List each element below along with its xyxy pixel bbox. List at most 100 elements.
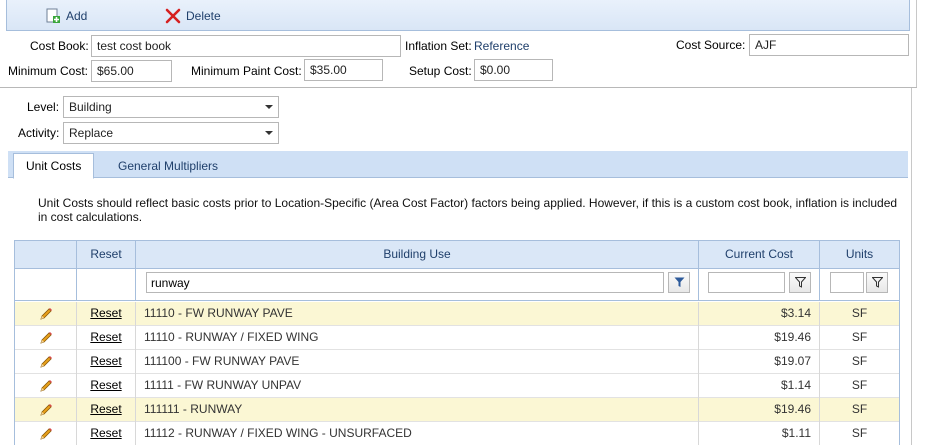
activity-selected-value: Replace xyxy=(69,126,114,140)
units-cell: SF xyxy=(851,330,868,344)
units-cell: SF xyxy=(851,306,868,320)
filter-cell-edit xyxy=(15,269,77,300)
add-button[interactable]: Add xyxy=(45,8,87,24)
header-current-cost[interactable]: Current Cost xyxy=(699,241,820,269)
pencil-icon[interactable] xyxy=(39,330,53,350)
units-cell: SF xyxy=(851,426,868,440)
reset-link[interactable]: Reset xyxy=(90,426,121,440)
pencil-icon[interactable] xyxy=(39,354,53,374)
activity-label: Activity: xyxy=(18,126,60,140)
table-row[interactable]: Reset 11112 - RUNWAY / FIXED WING - UNSUR… xyxy=(15,422,899,445)
filter-icon xyxy=(674,277,685,287)
current-cost-cell: $19.46 xyxy=(699,326,820,350)
pencil-icon[interactable] xyxy=(39,378,53,398)
current-cost-cell: $1.14 xyxy=(699,374,820,398)
header-building-use[interactable]: Building Use xyxy=(136,241,699,269)
reset-cell: Reset xyxy=(77,350,136,374)
reset-cell: Reset xyxy=(77,398,136,422)
minimum-cost-field[interactable] xyxy=(91,60,172,82)
building-use-cell: 11112 - RUNWAY / FIXED WING - UNSURFACED xyxy=(136,422,699,445)
reset-link[interactable]: Reset xyxy=(90,354,121,368)
edit-cell xyxy=(15,302,77,326)
tab-general-multipliers[interactable]: General Multipliers xyxy=(106,154,230,178)
panel-divider xyxy=(916,0,917,88)
setup-cost-field[interactable] xyxy=(474,59,553,81)
filter-cell-reset xyxy=(77,269,136,300)
units-cell: SF xyxy=(851,354,868,368)
current-cost-cell: $3.14 xyxy=(699,302,820,326)
delete-x-icon xyxy=(165,8,181,24)
units-cell: SF xyxy=(851,378,868,392)
edit-cell xyxy=(15,326,77,350)
filter-cell-units xyxy=(820,269,899,300)
filter-icon xyxy=(795,277,806,288)
add-document-icon xyxy=(45,8,61,24)
setup-cost-label: Setup Cost: xyxy=(409,64,472,78)
current-cost-cell: $19.46 xyxy=(699,398,820,422)
minimum-cost-label: Minimum Cost: xyxy=(8,64,89,78)
inflation-set-label: Inflation Set: xyxy=(405,39,472,53)
building-use-filter-input[interactable] xyxy=(146,272,664,293)
inflation-set-value: Reference xyxy=(474,39,530,53)
units-filter-input[interactable] xyxy=(830,272,864,293)
activity-dropdown[interactable]: Replace xyxy=(63,122,279,144)
minimum-paint-cost-field[interactable] xyxy=(304,59,383,81)
edit-cell xyxy=(15,350,77,374)
unit-costs-grid: Reset Building Use Current Cost Units Re… xyxy=(14,240,900,445)
table-row[interactable]: Reset 11111 - FW RUNWAY UNPAV $1.14 SF xyxy=(15,374,899,398)
panel-border xyxy=(911,88,912,445)
pencil-icon[interactable] xyxy=(39,306,53,326)
table-row[interactable]: Reset 11110 - FW RUNWAY PAVE $3.14 SF xyxy=(15,302,899,326)
header-edit xyxy=(15,241,77,269)
cost-source-label: Cost Source: xyxy=(676,38,746,52)
filter-cell-building-use xyxy=(136,269,699,300)
header-units[interactable]: Units xyxy=(820,241,899,269)
building-use-cell: 11110 - FW RUNWAY PAVE xyxy=(136,302,699,326)
building-use-cell: 111111 - RUNWAY xyxy=(136,398,699,422)
chevron-down-icon xyxy=(265,131,273,135)
reset-link[interactable]: Reset xyxy=(90,306,121,320)
building-use-filter-button[interactable] xyxy=(668,272,690,293)
building-use-cell: 11111 - FW RUNWAY UNPAV xyxy=(136,374,699,398)
unit-costs-note: Unit Costs should reflect basic costs pr… xyxy=(38,196,898,224)
filter-cell-current-cost xyxy=(699,269,820,300)
current-cost-filter-input[interactable] xyxy=(708,272,785,293)
tab-unit-costs[interactable]: Unit Costs xyxy=(13,153,95,179)
reset-cell: Reset xyxy=(77,302,136,326)
units-cell: SF xyxy=(851,402,868,416)
delete-button[interactable]: Delete xyxy=(165,8,221,24)
header-reset[interactable]: Reset xyxy=(77,241,136,269)
tab-bar: Unit Costs General Multipliers xyxy=(8,151,908,179)
pencil-icon[interactable] xyxy=(39,426,53,445)
current-cost-filter-button[interactable] xyxy=(789,272,811,293)
level-dropdown[interactable]: Building xyxy=(63,96,279,118)
current-cost-cell: $1.11 xyxy=(699,422,820,445)
cost-book-field[interactable] xyxy=(91,35,401,57)
table-row[interactable]: Reset 111111 - RUNWAY $19.46 SF xyxy=(15,398,899,422)
cost-source-field[interactable] xyxy=(749,34,909,56)
cost-book-label: Cost Book: xyxy=(30,39,89,53)
edit-cell xyxy=(15,422,77,445)
chevron-down-icon xyxy=(265,105,273,109)
table-row[interactable]: Reset 111100 - FW RUNWAY PAVE $19.07 SF xyxy=(15,350,899,374)
units-filter-button[interactable] xyxy=(866,272,888,293)
reset-link[interactable]: Reset xyxy=(90,378,121,392)
section-divider xyxy=(0,87,917,88)
edit-cell xyxy=(15,398,77,422)
toolbar: Add Delete xyxy=(6,0,910,31)
minimum-paint-cost-label: Minimum Paint Cost: xyxy=(191,64,302,78)
pencil-icon[interactable] xyxy=(39,402,53,422)
building-use-cell: 11110 - RUNWAY / FIXED WING xyxy=(136,326,699,350)
filter-row xyxy=(15,269,899,301)
reset-link[interactable]: Reset xyxy=(90,402,121,416)
reset-link[interactable]: Reset xyxy=(90,330,121,344)
table-row[interactable]: Reset 11110 - RUNWAY / FIXED WING $19.46 SF xyxy=(15,326,899,350)
reset-cell: Reset xyxy=(77,422,136,445)
edit-cell xyxy=(15,374,77,398)
level-selected-value: Building xyxy=(69,100,112,114)
reset-cell: Reset xyxy=(77,374,136,398)
reset-cell: Reset xyxy=(77,326,136,350)
current-cost-cell: $19.07 xyxy=(699,350,820,374)
building-use-cell: 111100 - FW RUNWAY PAVE xyxy=(136,350,699,374)
grid-header: Reset Building Use Current Cost Units xyxy=(15,241,899,269)
